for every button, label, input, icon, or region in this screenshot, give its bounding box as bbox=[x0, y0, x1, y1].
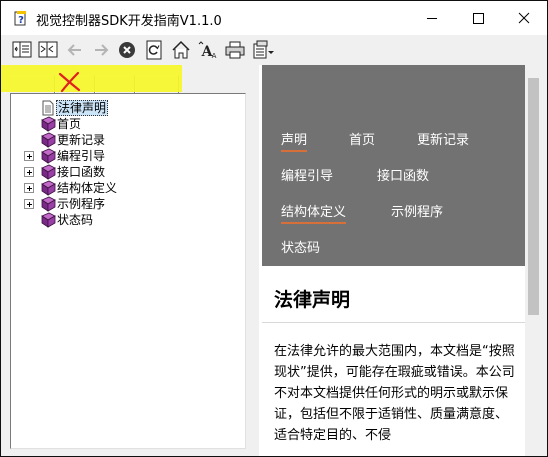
home-icon bbox=[172, 40, 190, 59]
expand-plus-icon[interactable] bbox=[24, 167, 34, 177]
font-icon: A A bbox=[198, 41, 217, 60]
highlight-marker bbox=[1, 65, 182, 92]
options-icon bbox=[253, 40, 274, 59]
help-app-icon: ? bbox=[14, 11, 26, 26]
nav-link-changelog[interactable]: 更新记录 bbox=[417, 132, 469, 149]
hide-button[interactable] bbox=[10, 38, 34, 62]
home-button[interactable] bbox=[169, 38, 193, 62]
maximize-button[interactable] bbox=[455, 1, 501, 35]
minimize-icon bbox=[427, 18, 437, 19]
refresh-button[interactable] bbox=[142, 38, 166, 62]
tree-item-label: 首页 bbox=[57, 117, 82, 131]
print-icon bbox=[225, 41, 245, 59]
tree-item-label: 法律声明 bbox=[56, 100, 109, 116]
expand-plus-icon[interactable] bbox=[24, 183, 34, 193]
divider-line bbox=[262, 322, 525, 323]
tree-item-label: 编程引导 bbox=[57, 149, 106, 163]
book-icon bbox=[41, 132, 56, 148]
refresh-icon bbox=[146, 40, 162, 60]
book-icon bbox=[41, 148, 56, 164]
forward-button[interactable] bbox=[89, 38, 113, 62]
expand-plus-icon[interactable] bbox=[24, 199, 34, 209]
book-icon bbox=[41, 180, 56, 196]
tree-item-label: 示例程序 bbox=[57, 197, 106, 211]
help-window: ? 视觉控制器SDK开发指南V1.1.0 A A 法律声明 首页 更新记录 编程… bbox=[1, 1, 547, 456]
svg-text:A: A bbox=[212, 52, 217, 60]
book-icon bbox=[41, 116, 56, 132]
nav-link-declaration[interactable]: 声明 bbox=[281, 132, 308, 152]
toolbar: A A bbox=[1, 35, 547, 65]
maximize-icon bbox=[473, 13, 484, 24]
minimize-button[interactable] bbox=[409, 1, 455, 35]
topic-nav-menu: 声明 首页 更新记录 编程引导 接口函数 结构体定义 示例程序 状态码 bbox=[262, 65, 525, 266]
tree-item-label: 状态码 bbox=[57, 213, 94, 227]
close-icon bbox=[518, 12, 530, 24]
page-title: 法律声明 bbox=[274, 289, 351, 311]
tree-item-label: 结构体定义 bbox=[57, 181, 118, 195]
x-mark-annotation: X bbox=[58, 71, 81, 93]
book-icon bbox=[41, 164, 56, 180]
title-bar[interactable]: ? 视觉控制器SDK开发指南V1.1.0 bbox=[1, 1, 547, 35]
scrollbar-thumb[interactable] bbox=[528, 78, 539, 315]
nav-link-status-codes[interactable]: 状态码 bbox=[281, 240, 320, 257]
back-button[interactable] bbox=[63, 38, 87, 62]
window-title: 视觉控制器SDK开发指南V1.1.0 bbox=[36, 14, 222, 29]
nav-link-programming-guide[interactable]: 编程引导 bbox=[281, 168, 333, 185]
contents-tree[interactable]: 法律声明 首页更新记录编程引导接口函数结构体定义示例程序状态码 bbox=[10, 93, 246, 449]
tree-item-label: 更新记录 bbox=[57, 133, 106, 147]
locate-icon bbox=[38, 41, 58, 58]
nav-link-home[interactable]: 首页 bbox=[349, 132, 375, 149]
stop-icon bbox=[119, 42, 135, 58]
options-button[interactable] bbox=[251, 38, 275, 62]
window-frame bbox=[542, 65, 547, 456]
book-icon bbox=[41, 196, 56, 212]
nav-link-api-functions[interactable]: 接口函数 bbox=[377, 168, 429, 185]
close-button[interactable] bbox=[501, 1, 547, 35]
page-icon bbox=[42, 100, 54, 116]
locate-button[interactable] bbox=[36, 38, 60, 62]
font-button[interactable]: A A bbox=[196, 38, 220, 62]
hide-icon bbox=[12, 41, 32, 58]
back-arrow-icon bbox=[67, 44, 81, 56]
stop-button[interactable] bbox=[115, 38, 139, 62]
legal-paragraph: 在法律允许的最大范围内，本文档是“按照现状”提供，可能存在瑕疵或错误。本公司不对… bbox=[274, 344, 515, 443]
expand-plus-icon[interactable] bbox=[24, 151, 34, 161]
splitter[interactable] bbox=[251, 65, 259, 456]
topic-content: 声明 首页 更新记录 编程引导 接口函数 结构体定义 示例程序 状态码 法律声明… bbox=[259, 65, 525, 456]
nav-link-struct-definitions[interactable]: 结构体定义 bbox=[281, 204, 347, 224]
nav-link-sample-programs[interactable]: 示例程序 bbox=[391, 204, 443, 221]
tree-item-label: 接口函数 bbox=[57, 165, 106, 179]
book-icon bbox=[41, 212, 56, 228]
svg-text:?: ? bbox=[18, 15, 24, 26]
forward-arrow-icon bbox=[95, 44, 109, 56]
print-button[interactable] bbox=[223, 38, 247, 62]
